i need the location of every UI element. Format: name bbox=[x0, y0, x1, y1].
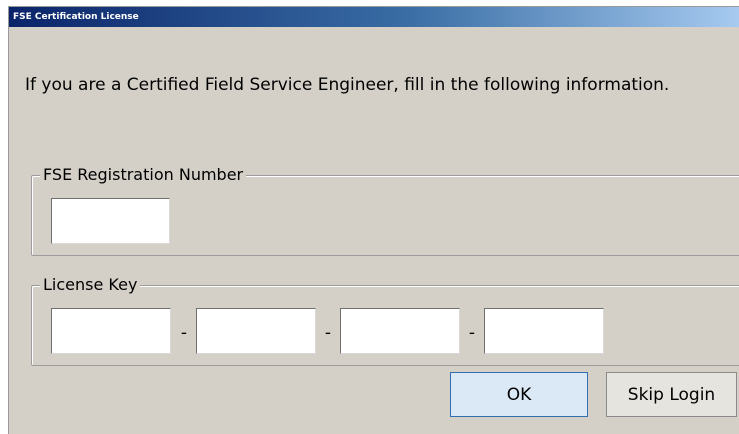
registration-group: FSE Registration Number bbox=[31, 165, 739, 256]
license-key-separator: - bbox=[324, 323, 332, 343]
skip-login-button[interactable]: Skip Login bbox=[606, 372, 737, 417]
license-key-group: License Key - - - bbox=[31, 275, 739, 366]
license-key-segment-2-input[interactable] bbox=[196, 308, 316, 354]
window-title: FSE Certification License bbox=[13, 12, 139, 22]
license-key-segment-4-input[interactable] bbox=[484, 308, 604, 354]
registration-number-input[interactable] bbox=[51, 198, 170, 244]
license-key-segment-1-input[interactable] bbox=[51, 308, 171, 354]
ok-button[interactable]: OK bbox=[450, 372, 588, 417]
license-key-separator: - bbox=[180, 323, 188, 343]
fse-license-dialog: FSE Certification License If you are a C… bbox=[8, 6, 739, 434]
intro-text: If you are a Certified Field Service Eng… bbox=[25, 75, 670, 95]
title-bar[interactable]: FSE Certification License bbox=[9, 7, 739, 27]
registration-legend: FSE Registration Number bbox=[40, 165, 247, 185]
license-key-separator: - bbox=[468, 323, 476, 343]
license-key-segment-3-input[interactable] bbox=[340, 308, 460, 354]
license-key-legend: License Key bbox=[40, 275, 141, 295]
